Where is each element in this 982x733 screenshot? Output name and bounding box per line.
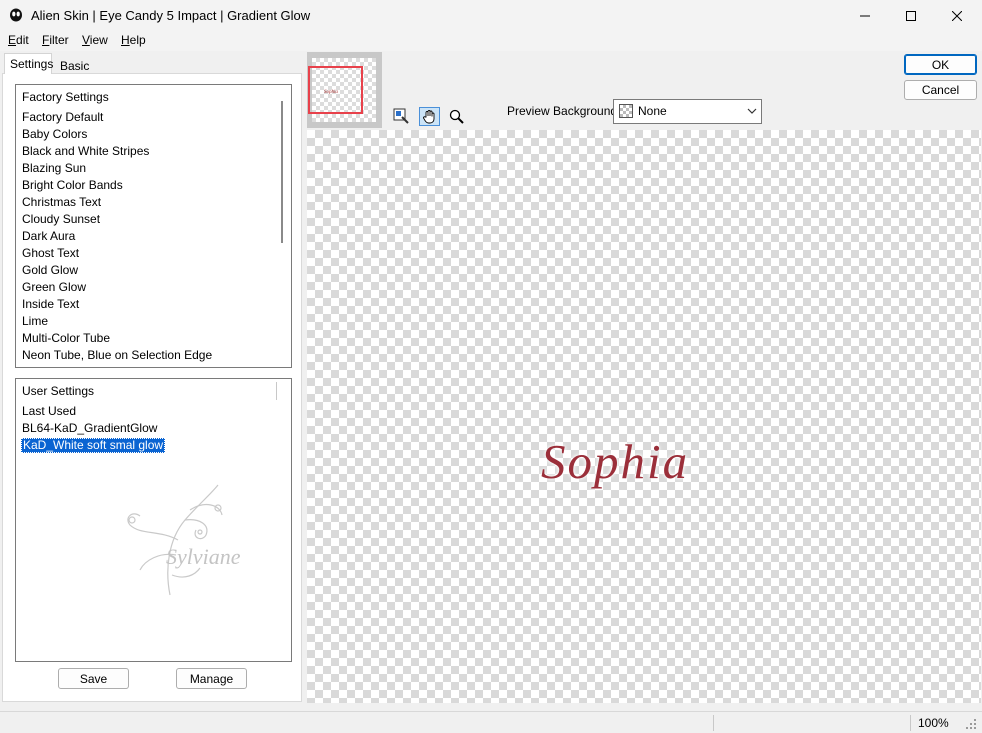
factory-settings-list[interactable]: Factory Settings Factory Default Baby Co…	[15, 84, 292, 368]
status-divider	[713, 715, 714, 731]
close-icon	[952, 10, 962, 21]
menu-filter-label: ilter	[49, 33, 69, 47]
list-item[interactable]: Last Used	[22, 404, 76, 419]
maximize-icon	[906, 10, 916, 21]
preview-background-select[interactable]: None	[613, 99, 762, 124]
list-item-selected[interactable]: KaD_White soft smal glow	[21, 438, 166, 453]
sylviane-watermark: Sylviane	[110, 480, 270, 600]
save-button[interactable]: Save	[58, 668, 129, 689]
list-item[interactable]: Lime	[22, 314, 48, 329]
list-item[interactable]: Baby Colors	[22, 127, 87, 142]
chevron-down-icon	[747, 108, 757, 114]
flourish-icon	[127, 484, 223, 596]
alien-skin-app-icon	[10, 8, 22, 22]
list-item[interactable]: BL64-KaD_GradientGlow	[22, 421, 157, 436]
menu-view[interactable]: View	[82, 33, 108, 47]
menu-help-label: elp	[129, 33, 146, 47]
cancel-button[interactable]: Cancel	[904, 80, 977, 100]
close-button[interactable]	[934, 0, 980, 31]
header-divider	[276, 382, 277, 400]
list-item[interactable]: Multi-Color Tube	[22, 331, 110, 346]
status-divider	[910, 715, 911, 731]
list-item[interactable]: Inside Text	[22, 297, 79, 312]
list-item[interactable]: Blazing Sun	[22, 161, 86, 176]
manage-button[interactable]: Manage	[176, 668, 247, 689]
preview-background-label: Preview Background:	[507, 104, 621, 118]
list-item[interactable]: Neon Tube, Blue on Selection Edge	[22, 348, 212, 363]
minimize-icon	[860, 15, 870, 16]
navigator-tool[interactable]	[391, 107, 412, 126]
menu-edit-label: dit	[16, 33, 29, 47]
maximize-button[interactable]	[888, 0, 934, 31]
list-item[interactable]: Bright Color Bands	[22, 178, 123, 193]
hand-tool[interactable]	[419, 107, 440, 126]
preview-text: Sophia	[541, 434, 690, 489]
tab-settings[interactable]: Settings	[4, 53, 53, 74]
menu-help-accelerator: H	[121, 33, 130, 47]
zoom-icon	[449, 109, 464, 124]
preview-background-value: None	[638, 104, 667, 118]
hand-icon	[423, 110, 435, 124]
minimize-button[interactable]	[842, 0, 888, 31]
list-item[interactable]: Gold Glow	[22, 263, 78, 278]
watermark-text: Sylviane	[166, 544, 241, 569]
menu-view-label: iew	[89, 33, 108, 47]
list-item[interactable]: Black and White Stripes	[22, 144, 149, 159]
menu-edit[interactable]: Edit	[8, 33, 29, 47]
navigator-icon	[393, 108, 409, 124]
user-settings-header: User Settings	[22, 384, 95, 398]
factory-settings-header: Factory Settings	[22, 90, 109, 104]
title-bar[interactable]: Alien Skin | Eye Candy 5 Impact | Gradie…	[0, 0, 982, 31]
zoom-tool[interactable]	[446, 107, 467, 126]
zoom-level: 100%	[918, 716, 949, 730]
list-item[interactable]: Green Glow	[22, 280, 86, 295]
list-item[interactable]: Cloudy Sunset	[22, 212, 100, 227]
menu-filter[interactable]: Filter	[42, 33, 69, 47]
factory-list-scrollbar[interactable]	[281, 101, 283, 243]
menu-help[interactable]: Help	[121, 33, 146, 47]
ok-button[interactable]: OK	[904, 54, 977, 75]
list-item[interactable]: Dark Aura	[22, 229, 75, 244]
transparent-swatch-icon	[619, 104, 633, 118]
status-bar: 100%	[0, 711, 982, 733]
list-item[interactable]: Christmas Text	[22, 195, 101, 210]
thumbnail-text: Sophia	[324, 90, 338, 95]
navigator-thumbnail[interactable]: Sophia	[307, 52, 382, 128]
menu-edit-accelerator: E	[8, 33, 17, 47]
list-item[interactable]: Factory Default	[22, 110, 103, 125]
list-item[interactable]: Ghost Text	[22, 246, 79, 261]
menu-view-accelerator: V	[82, 33, 90, 47]
resize-grip-icon[interactable]	[965, 718, 977, 730]
menu-bar: Edit Filter View Help	[0, 31, 982, 51]
window-title: Alien Skin | Eye Candy 5 Impact | Gradie…	[31, 8, 311, 23]
preview-canvas[interactable]: Sophia	[307, 130, 981, 703]
